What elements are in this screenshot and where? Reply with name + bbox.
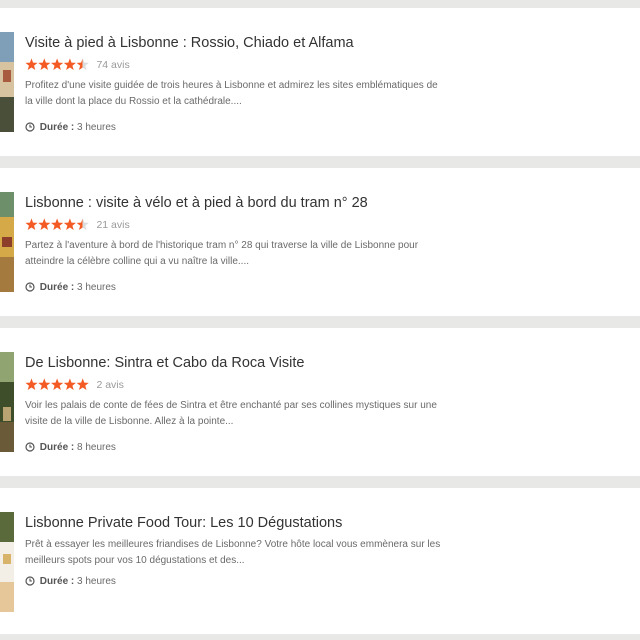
review-count[interactable]: 74 avis — [96, 59, 129, 71]
star-icon — [51, 218, 64, 231]
star-icon — [25, 58, 38, 71]
clock-icon — [25, 122, 35, 132]
tour-thumbnail[interactable] — [0, 352, 14, 452]
tour-title[interactable]: Lisbonne : visite à vélo et à pied à bor… — [25, 195, 368, 211]
duration-row: Durée : 3 heures — [25, 282, 116, 293]
tour-title[interactable]: De Lisbonne: Sintra et Cabo da Roca Visi… — [25, 355, 304, 371]
tour-card[interactable]: Lisbonne Private Food Tour: Les 10 Dégus… — [0, 488, 640, 634]
duration-label: Durée : — [39, 442, 75, 453]
duration-value: 3 heures — [77, 122, 116, 133]
tour-description: Voir les palais de conte de fées de Sint… — [25, 400, 437, 427]
rating-row: 21 avis — [25, 216, 130, 231]
star-icon — [76, 58, 89, 71]
duration-label: Durée : — [39, 576, 75, 587]
tour-description: Profitez d'une visite guidée de trois he… — [25, 80, 438, 107]
star-icon — [76, 378, 89, 391]
star-icon — [38, 58, 51, 71]
tour-card[interactable]: Lisbonne : visite à vélo et à pied à bor… — [0, 168, 640, 316]
star-icon — [38, 218, 51, 231]
star-rating — [25, 58, 89, 71]
star-rating — [25, 378, 89, 391]
clock-icon — [25, 442, 35, 452]
tour-photo-icon — [0, 32, 14, 132]
star-icon — [25, 378, 38, 391]
rating-row: 74 avis — [25, 56, 130, 71]
tour-photo-icon — [0, 192, 14, 292]
tour-title[interactable]: Lisbonne Private Food Tour: Les 10 Dégus… — [25, 515, 342, 531]
duration-value: 3 heures — [77, 282, 116, 293]
tour-thumbnail[interactable] — [0, 192, 14, 292]
tour-card[interactable]: Visite à pied à Lisbonne : Rossio, Chiad… — [0, 8, 640, 156]
duration-value: 3 heures — [77, 576, 116, 587]
tour-photo-icon — [0, 512, 14, 612]
duration-label: Durée : — [39, 122, 75, 133]
tour-thumbnail[interactable] — [0, 512, 14, 612]
clock-icon — [25, 576, 35, 586]
tour-card[interactable]: De Lisbonne: Sintra et Cabo da Roca Visi… — [0, 328, 640, 476]
tour-thumbnail[interactable] — [0, 32, 14, 132]
duration-row: Durée : 8 heures — [25, 442, 116, 453]
review-count[interactable]: 21 avis — [96, 219, 129, 231]
tour-description: Prêt à essayer les meilleures friandises… — [25, 539, 441, 566]
star-icon — [25, 218, 38, 231]
tour-description: Partez à l'aventure à bord de l'historiq… — [25, 240, 419, 267]
duration-label: Durée : — [39, 282, 75, 293]
tour-title[interactable]: Visite à pied à Lisbonne : Rossio, Chiad… — [25, 35, 354, 51]
star-rating — [25, 218, 89, 231]
tour-photo-icon — [0, 352, 14, 452]
star-icon — [63, 58, 76, 71]
duration-row: Durée : 3 heures — [25, 576, 116, 587]
duration-row: Durée : 3 heures — [25, 122, 116, 133]
star-icon — [63, 378, 76, 391]
rating-row: 2 avis — [25, 376, 124, 391]
star-icon — [38, 378, 51, 391]
review-count[interactable]: 2 avis — [96, 379, 123, 391]
star-icon — [63, 218, 76, 231]
star-icon — [51, 58, 64, 71]
clock-icon — [25, 282, 35, 292]
star-icon — [51, 378, 64, 391]
star-icon — [76, 218, 89, 231]
duration-value: 8 heures — [77, 442, 116, 453]
